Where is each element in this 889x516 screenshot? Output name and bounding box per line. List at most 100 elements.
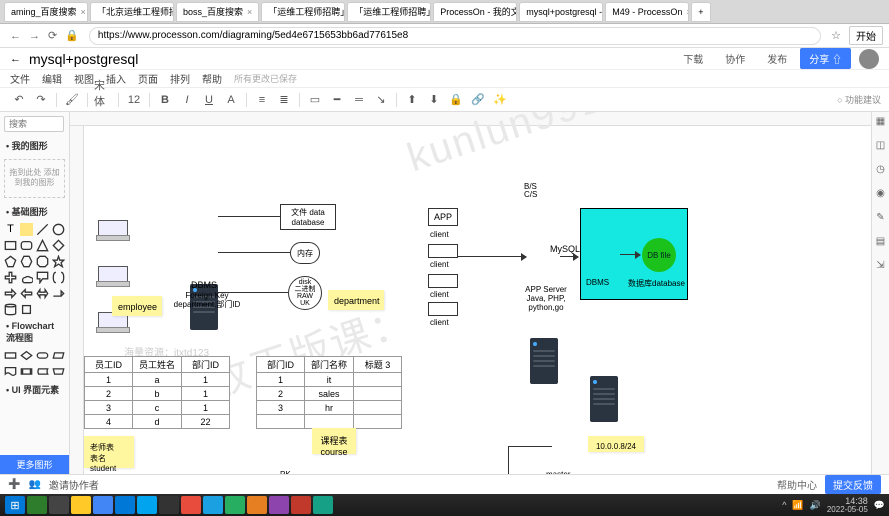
forward-icon[interactable]: → xyxy=(29,30,40,42)
hexagon-shape-icon[interactable] xyxy=(20,255,33,268)
start-menu-icon[interactable]: ⊞ xyxy=(5,496,25,514)
browser-tab[interactable]: mysql+postgresql - P× xyxy=(519,2,603,22)
pentagon-shape-icon[interactable] xyxy=(4,255,17,268)
section-basic[interactable]: • 基础图形 xyxy=(0,202,69,221)
align-icon[interactable]: ≡ xyxy=(253,91,271,109)
arrow-turn-icon[interactable] xyxy=(52,287,65,300)
menu-file[interactable]: 文件 xyxy=(10,71,30,86)
feature-suggest[interactable]: ○ 功能建议 xyxy=(837,93,881,106)
app-icon[interactable] xyxy=(247,496,267,514)
bold-icon[interactable]: B xyxy=(156,91,174,109)
collaborator-icon[interactable]: 👥 xyxy=(28,479,40,490)
process-shape-icon[interactable] xyxy=(4,349,17,362)
cloud-shape-icon[interactable] xyxy=(20,271,33,284)
decision-shape-icon[interactable] xyxy=(20,349,33,362)
magic-icon[interactable]: ✨ xyxy=(491,91,509,109)
bracket-shape-icon[interactable] xyxy=(52,271,65,284)
italic-icon[interactable]: I xyxy=(178,91,196,109)
shape-search[interactable] xyxy=(4,116,64,132)
rect-shape-icon[interactable] xyxy=(4,239,17,252)
client-box[interactable] xyxy=(428,244,458,258)
lock-icon[interactable]: 🔒 xyxy=(447,91,465,109)
line-shape-icon[interactable] xyxy=(36,223,49,236)
circle-shape-icon[interactable] xyxy=(52,223,65,236)
edge-icon[interactable] xyxy=(115,496,135,514)
arrow-left-icon[interactable] xyxy=(20,287,33,300)
app-box[interactable]: APP xyxy=(428,208,458,226)
arrow-right-icon[interactable] xyxy=(4,287,17,300)
menu-help[interactable]: 帮助 xyxy=(202,71,222,86)
laptop-icon[interactable] xyxy=(98,220,128,238)
memory-node[interactable]: 内存 xyxy=(290,242,320,264)
teacher-sticky[interactable]: 老师表 表名 student xyxy=(84,436,134,468)
ip-sticky[interactable]: 10.0.0.8/24 xyxy=(588,436,644,452)
add-page-icon[interactable]: ➕ xyxy=(8,479,20,490)
xshell-icon[interactable] xyxy=(49,496,69,514)
new-tab-button[interactable]: + xyxy=(691,2,711,22)
more-shapes-button[interactable]: 更多图形 xyxy=(0,455,69,474)
document-shape-icon[interactable] xyxy=(4,365,17,378)
server-icon[interactable] xyxy=(530,338,558,384)
font-size[interactable]: 12 xyxy=(125,91,143,109)
triangle-shape-icon[interactable] xyxy=(36,239,49,252)
theme-icon[interactable]: ◉ xyxy=(874,188,888,202)
browser-tab[interactable]: M49 - ProcessOn× xyxy=(605,2,689,22)
client-box[interactable] xyxy=(428,302,458,316)
invite-collaborator[interactable]: 邀请协作者 xyxy=(49,477,99,492)
back-arrow-icon[interactable]: ← xyxy=(10,53,21,65)
octagon-shape-icon[interactable] xyxy=(36,255,49,268)
notification-icon[interactable]: 💬 xyxy=(874,500,885,511)
vscode-icon[interactable] xyxy=(27,496,47,514)
close-icon[interactable]: × xyxy=(81,7,86,17)
url-input[interactable] xyxy=(89,27,821,45)
dbfile-node[interactable]: DB file xyxy=(642,238,676,272)
section-my-shapes[interactable]: • 我的图形 xyxy=(0,136,69,155)
employee-table[interactable]: 员工ID员工姓名部门ID1a12b13c14d22 xyxy=(84,356,230,429)
disk-node[interactable]: disk 二进制 RAW UK xyxy=(288,276,322,310)
cube-shape-icon[interactable] xyxy=(20,303,33,316)
tray-icon[interactable]: ^ xyxy=(782,500,786,510)
ruler-icon[interactable]: ▤ xyxy=(874,236,888,250)
browser-tab[interactable]: aming_百度搜索× xyxy=(4,2,88,22)
export-icon[interactable]: ⇲ xyxy=(874,260,888,274)
front-icon[interactable]: ⬆ xyxy=(403,91,421,109)
clock-icon[interactable]: ◷ xyxy=(874,164,888,178)
terminal-shape-icon[interactable] xyxy=(36,349,49,362)
storage-shape-icon[interactable] xyxy=(36,365,49,378)
browser-tab[interactable]: boss_百度搜索× xyxy=(176,2,259,22)
back-icon[interactable]: ⬇ xyxy=(425,91,443,109)
line-icon[interactable]: ━ xyxy=(328,91,346,109)
volume-icon[interactable]: 🔊 xyxy=(810,500,821,511)
roundrect-shape-icon[interactable] xyxy=(20,239,33,252)
coop-button[interactable]: 协作 xyxy=(716,48,754,69)
menu-edit[interactable]: 编辑 xyxy=(42,71,62,86)
app-icon[interactable] xyxy=(203,496,223,514)
laptop-icon[interactable] xyxy=(98,266,128,284)
text-shape-icon[interactable]: T xyxy=(4,223,17,236)
browser-tab[interactable]: 「运维工程师招聘」...× xyxy=(261,2,345,22)
layers-icon[interactable]: ◫ xyxy=(874,140,888,154)
diamond-shape-icon[interactable] xyxy=(52,239,65,252)
menu-page[interactable]: 页面 xyxy=(138,71,158,86)
feedback-button[interactable]: 提交反馈 xyxy=(825,475,881,494)
server-icon[interactable] xyxy=(590,376,618,422)
wechat-icon[interactable] xyxy=(225,496,245,514)
star-shape-icon[interactable] xyxy=(52,255,65,268)
fill-icon[interactable]: ▭ xyxy=(306,91,324,109)
app-icon[interactable] xyxy=(181,496,201,514)
share-button[interactable]: 分享 ⇧ xyxy=(800,48,851,69)
text-color-icon[interactable]: A xyxy=(222,91,240,109)
app-icon[interactable] xyxy=(137,496,157,514)
section-flowchart[interactable]: • Flowchart 流程图 xyxy=(0,318,69,347)
system-tray[interactable]: ^ 📶 🔊 14:38 2022-05-05 💬 xyxy=(782,497,885,514)
callout-shape-icon[interactable] xyxy=(36,271,49,284)
employee-sticky[interactable]: employee xyxy=(112,296,162,316)
note-shape-icon[interactable] xyxy=(20,223,33,236)
drop-area[interactable]: 拖到此处 添加到我的图形 xyxy=(4,159,65,198)
client-box[interactable] xyxy=(428,274,458,288)
terminal-icon[interactable] xyxy=(159,496,179,514)
clock[interactable]: 14:38 2022-05-05 xyxy=(827,497,868,514)
back-icon[interactable]: ← xyxy=(10,30,21,42)
publish-button[interactable]: 发布 xyxy=(758,48,796,69)
cylinder-shape-icon[interactable] xyxy=(4,303,17,316)
